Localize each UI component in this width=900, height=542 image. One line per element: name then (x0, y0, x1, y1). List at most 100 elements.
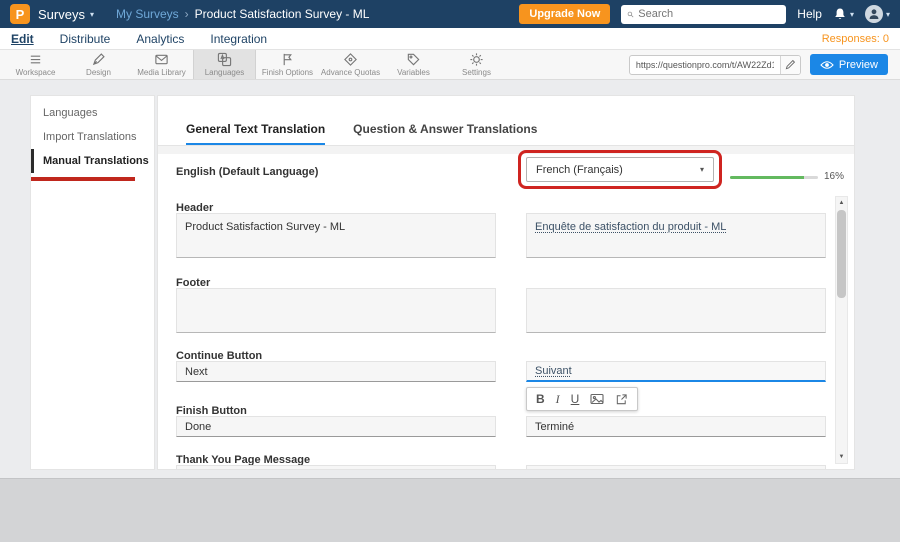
toolbar-item-label: Workspace (16, 68, 56, 77)
target-input-continue-button[interactable] (526, 361, 826, 382)
finish-options-icon (280, 52, 295, 67)
surveys-product-menu[interactable]: Surveys ▾ (38, 7, 94, 22)
breadcrumb-survey-title: Product Satisfaction Survey - ML (195, 7, 370, 21)
toolbar-item-workspace[interactable]: Workspace (4, 50, 67, 79)
page-footer-area (0, 478, 900, 542)
insert-image-button[interactable] (590, 393, 604, 405)
search-icon (627, 9, 634, 20)
source-text-footer[interactable] (176, 288, 496, 333)
sidebar-item-languages[interactable]: Languages (31, 101, 154, 125)
surveys-menu-label: Surveys (38, 7, 85, 22)
breadcrumb: My Surveys › Product Satisfaction Survey… (116, 7, 369, 21)
topbar: P Surveys ▾ My Surveys › Product Satisfa… (0, 0, 900, 28)
avatar (865, 5, 883, 23)
translation-progress-fill (730, 176, 804, 179)
questionpro-logo[interactable]: P (10, 4, 30, 24)
breadcrumb-my-surveys[interactable]: My Surveys (116, 7, 179, 21)
sidebar-item-manual-translations[interactable]: Manual Translations (31, 149, 154, 173)
toolbar-right: Preview (629, 50, 896, 79)
search-box[interactable] (621, 5, 786, 24)
toolbar-item-label: Settings (462, 68, 491, 77)
tab-integration[interactable]: Integration (210, 32, 267, 46)
target-text-header-value: Enquête de satisfaction du produit - ML (535, 221, 726, 233)
pencil-icon (785, 59, 796, 70)
scroll-up-button[interactable]: ▲ (836, 197, 847, 209)
target-text-footer[interactable] (526, 288, 826, 333)
insert-link-button[interactable] (615, 393, 628, 406)
variables-icon (406, 52, 421, 67)
toolbar-item-variables[interactable]: Variables (382, 50, 445, 79)
breadcrumb-separator: › (185, 7, 189, 21)
survey-url-input[interactable] (630, 60, 780, 70)
italic-button[interactable]: I (556, 393, 560, 405)
topbar-right: Upgrade Now Help ▾ ▾ (519, 4, 890, 24)
person-icon (867, 7, 881, 21)
scrollbar[interactable]: ▲ ▼ (835, 196, 848, 464)
bold-button[interactable]: B (536, 393, 545, 405)
main-nav: Edit Distribute Analytics Integration Re… (0, 28, 900, 50)
toolbar-item-finish-options[interactable]: Finish Options (256, 50, 319, 79)
edit-toolbar: Workspace Design Media Library Languages… (0, 50, 900, 80)
chevron-down-icon: ▾ (850, 10, 854, 19)
toolbar-item-label: Media Library (137, 68, 185, 77)
translation-progress-percent: 16% (824, 171, 844, 182)
tab-question-answer-translations[interactable]: Question & Answer Translations (353, 122, 537, 145)
source-language-label: English (Default Language) (176, 166, 318, 178)
logo-letter: P (16, 7, 25, 22)
toolbar-item-languages[interactable]: Languages (193, 50, 256, 79)
source-input-finish-button[interactable] (176, 416, 496, 437)
target-input-finish-button[interactable] (526, 416, 826, 437)
sidebar-item-import-translations[interactable]: Import Translations (31, 125, 154, 149)
search-input[interactable] (638, 8, 780, 20)
chevron-down-icon: ▾ (90, 10, 94, 19)
toolbar-item-advance-quotas[interactable]: Advance Quotas (319, 50, 382, 79)
toolbar-item-label: Advance Quotas (321, 68, 380, 77)
chevron-down-icon: ▾ (886, 10, 890, 19)
design-icon (91, 52, 106, 67)
media-library-icon (154, 52, 169, 67)
chevron-down-icon: ▾ (700, 165, 704, 174)
underline-button[interactable]: U (571, 393, 580, 405)
translations-sidebar: Languages Import Translations Manual Tra… (30, 95, 155, 470)
tab-analytics[interactable]: Analytics (136, 32, 184, 46)
survey-url-box (629, 55, 801, 75)
panel-substrip (158, 146, 854, 154)
eye-icon (820, 60, 834, 70)
upgrade-now-button[interactable]: Upgrade Now (519, 4, 610, 24)
notifications-menu[interactable]: ▾ (833, 7, 854, 21)
toolbar-item-settings[interactable]: Settings (445, 50, 508, 79)
format-toolbar: B I U (526, 387, 638, 411)
manual-translations-panel: General Text Translation Question & Answ… (157, 95, 855, 470)
tab-general-text-translation[interactable]: General Text Translation (186, 122, 325, 145)
advance-quotas-icon (343, 52, 358, 67)
account-menu[interactable]: ▾ (865, 5, 890, 23)
target-language-value: French (Français) (536, 164, 623, 176)
responses-count[interactable]: Responses: 0 (822, 33, 889, 45)
annotation-red-underline (31, 177, 135, 181)
toolbar-item-label: Languages (205, 68, 245, 77)
bell-icon (833, 7, 847, 21)
toolbar-item-media-library[interactable]: Media Library (130, 50, 193, 79)
preview-label: Preview (839, 59, 878, 71)
toolbar-item-label: Variables (397, 68, 430, 77)
target-language-select[interactable]: French (Français) ▾ (526, 157, 714, 182)
source-text-header[interactable]: Product Satisfaction Survey - ML (176, 213, 496, 258)
toolbar-item-label: Design (86, 68, 111, 77)
target-text-header[interactable]: Enquête de satisfaction du produit - ML (526, 213, 826, 258)
toolbar-item-label: Finish Options (262, 68, 313, 77)
source-input-continue-button[interactable] (176, 361, 496, 382)
preview-button[interactable]: Preview (810, 54, 888, 75)
scrollbar-thumb[interactable] (837, 210, 846, 298)
workspace-icon (28, 52, 43, 67)
help-link[interactable]: Help (797, 7, 822, 21)
tab-distribute[interactable]: Distribute (60, 32, 111, 46)
translation-progress-bar (730, 176, 818, 179)
languages-icon (217, 52, 232, 67)
settings-gear-icon (469, 52, 484, 67)
toolbar-item-design[interactable]: Design (67, 50, 130, 79)
target-text-thank-you[interactable] (526, 465, 826, 470)
edit-url-button[interactable] (780, 56, 800, 74)
scroll-down-button[interactable]: ▼ (836, 451, 847, 463)
source-text-thank-you[interactable] (176, 465, 496, 470)
tab-edit[interactable]: Edit (11, 32, 34, 46)
